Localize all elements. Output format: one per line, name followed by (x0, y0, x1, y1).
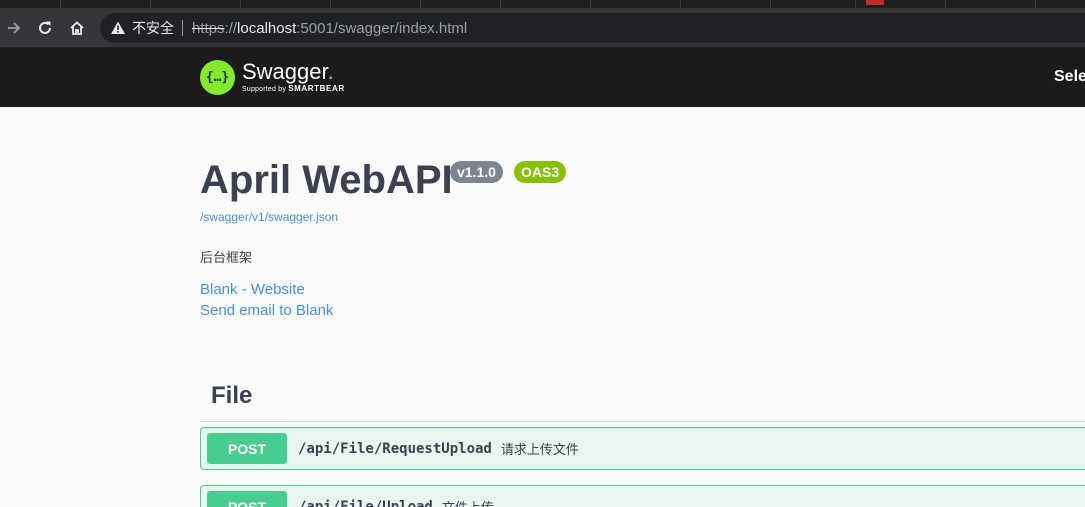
tag-name: File (211, 382, 253, 409)
reload-icon[interactable] (33, 16, 57, 40)
api-description: 后台框架 (200, 250, 253, 265)
spec-json-link[interactable]: /swagger/v1/swagger.json (200, 210, 338, 224)
tag-header-file[interactable]: File (200, 372, 1085, 422)
operation-path: /api/File/RequestUpload (298, 440, 492, 457)
home-icon[interactable] (65, 16, 89, 40)
method-badge: POST (207, 433, 287, 464)
operation-summary: 请求上传文件 (500, 442, 579, 457)
address-bar[interactable]: 不安全 https://localhost:5001/swagger/index… (100, 13, 1085, 43)
swagger-topbar: {…} Swagger. Supported by SMARTBEAR Sele (0, 48, 1085, 107)
api-title: April WebAPI (200, 158, 453, 202)
browser-toolbar: 不安全 https://localhost:5001/swagger/index… (0, 8, 1085, 48)
swagger-logo-name: Swagger. (242, 59, 334, 84)
operation-post-upload[interactable]: POST /api/File/Upload 文件上传 (200, 485, 1085, 507)
version-badge: v1.1.0 (450, 161, 503, 183)
not-secure-label[interactable]: 不安全 (132, 18, 174, 38)
warning-icon[interactable] (110, 20, 126, 36)
tab-favicon (866, 0, 884, 5)
contact-email-link[interactable]: Send email to Blank (200, 302, 333, 319)
oas-badge: OAS3 (514, 161, 567, 183)
browser-tab-strip (0, 0, 1085, 8)
select-definition-label: Sele (1054, 68, 1085, 85)
contact-website-link[interactable]: Blank - Website (200, 281, 305, 298)
swagger-logo-icon: {…} (200, 59, 235, 95)
swagger-logo-subtitle: Supported by SMARTBEAR (242, 84, 345, 93)
forward-icon[interactable] (2, 16, 26, 40)
swagger-logo[interactable]: {…} Swagger. Supported by SMARTBEAR (200, 56, 345, 98)
operation-summary: 文件上传 (442, 497, 494, 507)
operation-post-request-upload[interactable]: POST /api/File/RequestUpload 请求上传文件 (200, 427, 1085, 470)
operation-path: /api/File/Upload (298, 498, 433, 507)
omnibox-divider (182, 20, 183, 36)
method-badge: POST (207, 491, 287, 507)
url-text[interactable]: https://localhost:5001/swagger/index.htm… (192, 20, 467, 37)
